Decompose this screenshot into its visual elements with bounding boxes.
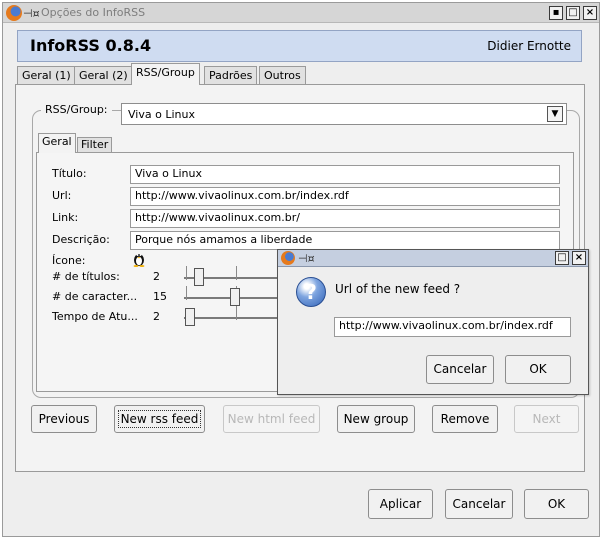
pin-icon[interactable]: ⊣¤ (23, 7, 40, 20)
dialog-cancel-button[interactable]: Cancelar (426, 355, 494, 384)
refresh-time-label: Tempo de Atu... (52, 310, 138, 323)
dialog-app-icons: ⊣¤ (281, 251, 315, 267)
apply-button[interactable]: Aplicar (368, 489, 433, 519)
chevron-down-icon[interactable]: ▼ (547, 106, 563, 122)
new-rss-feed-button[interactable]: New rss feed (114, 405, 205, 433)
maximize-button[interactable]: □ (566, 6, 580, 20)
dialog-prompt: Url of the new feed ? (335, 282, 461, 296)
close-button[interactable]: × (583, 6, 597, 20)
rss-group-label: RSS/Group: (41, 103, 112, 116)
url-label: Url: (52, 189, 72, 202)
tab-geral-2[interactable]: Geral (2) (74, 66, 133, 85)
cancel-button[interactable]: Cancelar (445, 489, 513, 519)
new-html-feed-button[interactable]: New html feed (223, 405, 320, 433)
app-header: InfoRSS 0.8.4 Didier Ernotte (17, 30, 582, 62)
chars-count-label: # de caracter... (52, 290, 138, 303)
tux-penguin-icon[interactable] (132, 251, 146, 267)
slider-tick (186, 286, 187, 300)
icone-label: Ícone: (52, 254, 86, 267)
slider-tick (186, 266, 187, 280)
titulo-field[interactable]: Viva o Linux (130, 165, 560, 184)
tab-rss-group[interactable]: RSS/Group (131, 63, 200, 85)
app-name: InfoRSS 0.8.4 (30, 36, 152, 55)
dialog-close-button[interactable]: × (572, 251, 586, 265)
firefox-icon[interactable] (281, 251, 295, 265)
next-button[interactable]: Next (514, 405, 579, 433)
refresh-time-slider[interactable] (185, 308, 195, 326)
new-feed-dialog: ⊣¤ □ × ? Url of the new feed ? http://ww… (277, 249, 589, 395)
new-rss-feed-label: New rss feed (117, 410, 202, 428)
ok-button[interactable]: OK (524, 489, 589, 519)
refresh-time-value: 2 (153, 310, 160, 323)
subtab-filter[interactable]: Filter (77, 137, 113, 153)
url-field[interactable]: http://www.vivaolinux.com.br/index.rdf (130, 187, 560, 206)
tab-outros[interactable]: Outros (259, 66, 306, 85)
rss-group-select[interactable]: Viva o Linux ▼ (121, 103, 567, 125)
dialog-maximize-button[interactable]: □ (555, 251, 569, 265)
dialog-ok-button[interactable]: OK (505, 355, 571, 384)
slider-tick (236, 306, 237, 320)
descricao-field[interactable]: Porque nós amamos a liberdade (130, 231, 560, 250)
window-title: Opções do InfoRSS (41, 6, 146, 19)
rss-group-value: Viva o Linux (128, 108, 195, 121)
titulo-label: Título: (52, 167, 87, 180)
tab-geral-1[interactable]: Geral (1) (17, 66, 76, 85)
titles-count-slider[interactable] (194, 268, 204, 286)
titles-count-label: # de títulos: (52, 270, 120, 283)
window-titlebar[interactable]: ⊣¤ Opções do InfoRSS ▪ □ × (3, 3, 599, 23)
refresh-time-track (184, 317, 280, 319)
previous-button[interactable]: Previous (31, 405, 97, 433)
chars-count-value: 15 (153, 290, 167, 303)
dialog-titlebar[interactable]: ⊣¤ □ × (278, 250, 588, 267)
pin-icon[interactable]: ⊣¤ (298, 252, 315, 265)
new-group-button[interactable]: New group (337, 405, 415, 433)
minimize-button[interactable]: ▪ (549, 6, 563, 20)
link-field[interactable]: http://www.vivaolinux.com.br/ (130, 209, 560, 228)
chars-count-slider[interactable] (230, 288, 240, 306)
slider-tick (236, 266, 237, 280)
titles-count-value: 2 (153, 270, 160, 283)
descricao-label: Descrição: (52, 233, 110, 246)
feed-url-input[interactable]: http://www.vivaolinux.com.br/index.rdf (334, 317, 571, 337)
window-app-icons: ⊣¤ (6, 5, 40, 21)
firefox-icon[interactable] (6, 5, 22, 21)
remove-button[interactable]: Remove (432, 405, 498, 433)
link-label: Link: (52, 211, 79, 224)
question-icon: ? (296, 277, 326, 307)
subtab-geral[interactable]: Geral (38, 133, 76, 153)
tab-padroes[interactable]: Padrões (204, 66, 258, 85)
app-author: Didier Ernotte (487, 39, 571, 53)
